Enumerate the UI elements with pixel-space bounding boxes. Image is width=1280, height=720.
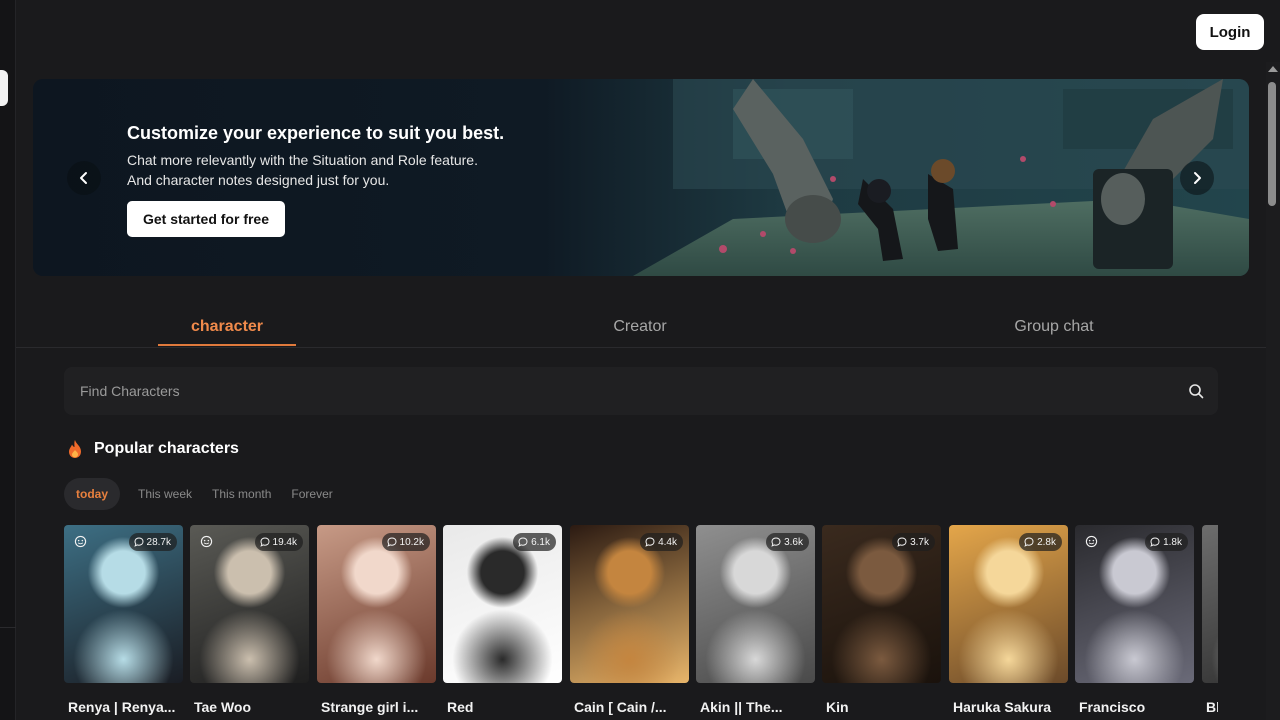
chat-count: 19.4k bbox=[272, 536, 297, 548]
character-name: Tae Woo bbox=[194, 699, 252, 715]
chat-count-badge: 10.2k bbox=[381, 533, 430, 551]
chat-bubble-icon bbox=[771, 537, 781, 547]
character-card[interactable]: 1.8k Francisco bbox=[1075, 525, 1194, 720]
main-tabs: character Creator Group chat bbox=[16, 306, 1266, 348]
character-name: Akin || The... bbox=[700, 699, 783, 715]
active-tab-indicator bbox=[158, 344, 296, 346]
character-name: Strange girl i... bbox=[321, 699, 419, 715]
chat-bubble-icon bbox=[1024, 537, 1034, 547]
sidebar-toggle[interactable] bbox=[0, 70, 8, 106]
chat-count-badge: 6.1k bbox=[513, 533, 556, 551]
banner-next-button[interactable] bbox=[1180, 161, 1214, 195]
character-name: Kin bbox=[826, 699, 849, 715]
character-carousel: 28.7k Renya | Renya... 19.4k Tae Woo 10.2k St… bbox=[64, 525, 1218, 720]
popular-characters-header: Popular characters bbox=[66, 438, 239, 460]
chat-count-badge: 4.4k bbox=[640, 533, 683, 551]
period-filter: today This week This month Forever bbox=[64, 478, 343, 510]
period-today[interactable]: today bbox=[64, 478, 121, 510]
character-card[interactable]: 3.6k Akin || The... bbox=[696, 525, 815, 720]
character-card[interactable]: 6.1k Red bbox=[443, 525, 562, 720]
chat-bubble-icon bbox=[1150, 537, 1160, 547]
chat-count: 3.6k bbox=[784, 536, 803, 548]
character-card[interactable]: 4.4k Cain [ Cain /... bbox=[570, 525, 689, 720]
character-name: Red bbox=[447, 699, 474, 715]
character-name: Haruka Sakura bbox=[953, 699, 1052, 715]
banner-prev-button[interactable] bbox=[67, 161, 101, 195]
chevron-left-icon bbox=[80, 172, 87, 184]
chat-bubble-icon bbox=[645, 537, 655, 547]
chevron-right-icon bbox=[1194, 172, 1201, 184]
chat-count: 10.2k bbox=[399, 536, 424, 548]
banner-title: Customize your experience to suit you be… bbox=[127, 123, 505, 143]
chat-count-badge: 2.8k bbox=[1019, 533, 1062, 551]
chat-bubble-icon bbox=[133, 537, 144, 547]
chat-count: 3.7k bbox=[910, 536, 929, 548]
character-name: Francisco bbox=[1079, 699, 1146, 715]
chat-count: 4.4k bbox=[658, 536, 677, 548]
scrollbar-thumb[interactable] bbox=[1268, 82, 1276, 206]
period-this-month[interactable]: This month bbox=[202, 478, 281, 510]
period-forever[interactable]: Forever bbox=[281, 478, 342, 510]
chat-bubble-icon bbox=[386, 537, 397, 547]
character-card[interactable]: 3.7k Kin bbox=[822, 525, 941, 720]
chat-count: 6.1k bbox=[531, 536, 550, 548]
character-thumbnail bbox=[1202, 525, 1218, 683]
banner-subtitle-line-2: And character notes designed just for yo… bbox=[127, 172, 390, 188]
character-card[interactable]: 2.8k Haruka Sakura bbox=[949, 525, 1068, 720]
chat-count: 28.7k bbox=[146, 536, 171, 548]
tab-character[interactable]: character bbox=[158, 306, 296, 347]
fire-icon bbox=[69, 440, 81, 458]
chat-count-badge: 3.7k bbox=[892, 533, 935, 551]
character-name: Renya | Renya... bbox=[68, 699, 176, 715]
section-title: Popular characters bbox=[94, 440, 239, 457]
chat-count: 1.8k bbox=[1163, 536, 1182, 548]
character-name: Bl bbox=[1206, 699, 1218, 715]
banner-subtitle-line-1: Chat more relevantly with the Situation … bbox=[127, 152, 478, 168]
period-this-week[interactable]: This week bbox=[128, 478, 202, 510]
chat-count-badge: 3.6k bbox=[766, 533, 809, 551]
search-icon[interactable] bbox=[1188, 383, 1204, 399]
chat-count-badge: 19.4k bbox=[254, 533, 303, 551]
chat-count: 2.8k bbox=[1037, 536, 1056, 548]
chat-count-badge: 28.7k bbox=[128, 533, 177, 551]
smiley-icon bbox=[200, 535, 213, 548]
left-sidebar bbox=[0, 0, 16, 720]
get-started-button[interactable]: Get started for free bbox=[127, 201, 285, 237]
sidebar-divider bbox=[0, 627, 16, 628]
tab-creator[interactable]: Creator bbox=[572, 306, 708, 347]
chat-count-badge: 1.8k bbox=[1145, 533, 1188, 551]
search-input[interactable] bbox=[80, 367, 1160, 415]
smiley-icon bbox=[74, 535, 87, 548]
chat-bubble-icon bbox=[518, 537, 528, 547]
character-name: Cain [ Cain /... bbox=[574, 699, 667, 715]
scroll-up-arrow-icon[interactable] bbox=[1268, 66, 1278, 72]
smiley-icon bbox=[1085, 535, 1098, 548]
login-button[interactable]: Login bbox=[1196, 14, 1264, 50]
character-card[interactable]: 10.2k Strange girl i... bbox=[317, 525, 436, 720]
character-card[interactable]: 19.4k Tae Woo bbox=[190, 525, 309, 720]
hero-banner: Customize your experience to suit you be… bbox=[33, 79, 1249, 276]
character-card[interactable]: Bl bbox=[1202, 525, 1218, 720]
character-card[interactable]: 28.7k Renya | Renya... bbox=[64, 525, 183, 720]
search-bar bbox=[64, 367, 1218, 415]
chat-bubble-icon bbox=[897, 537, 907, 547]
tab-group-chat[interactable]: Group chat bbox=[984, 306, 1124, 347]
chat-bubble-icon bbox=[259, 537, 270, 547]
